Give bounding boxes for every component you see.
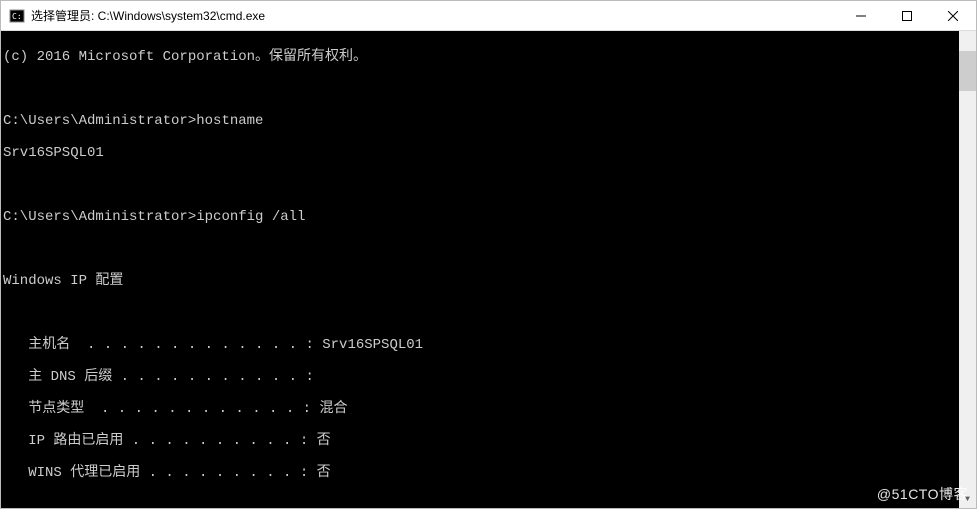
blank [1, 497, 976, 508]
wins-proxy: WINS 代理已启用 . . . . . . . . . : 否 [1, 465, 976, 481]
prompt: C:\Users\Administrator> [3, 113, 196, 129]
titlebar[interactable]: C: 选择管理员: C:\Windows\system32\cmd.exe [1, 1, 976, 31]
scroll-track[interactable] [959, 48, 976, 491]
blank [1, 241, 976, 257]
maximize-button[interactable] [884, 1, 930, 30]
prompt-line-1: C:\Users\Administrator>hostname [1, 113, 976, 129]
command-ipconfig: ipconfig /all [196, 209, 305, 225]
terminal-area[interactable]: (c) 2016 Microsoft Corporation。保留所有权利。 C… [1, 31, 976, 508]
host-name: 主机名 . . . . . . . . . . . . . : Srv16SPS… [1, 337, 976, 353]
vertical-scrollbar[interactable]: ▲ ▼ [959, 31, 976, 508]
watermark: @51CTO博客 [877, 486, 968, 502]
copyright-line: (c) 2016 Microsoft Corporation。保留所有权利。 [1, 49, 976, 65]
scroll-thumb[interactable] [959, 51, 976, 91]
cmd-icon: C: [9, 8, 25, 24]
blank [1, 305, 976, 321]
ip-routing: IP 路由已启用 . . . . . . . . . . : 否 [1, 433, 976, 449]
window-title: 选择管理员: C:\Windows\system32\cmd.exe [31, 7, 838, 24]
minimize-button[interactable] [838, 1, 884, 30]
cmd-window: C: 选择管理员: C:\Windows\system32\cmd.exe (c… [0, 0, 977, 509]
primary-dns-suffix: 主 DNS 后缀 . . . . . . . . . . . : [1, 369, 976, 385]
svg-text:C:: C: [12, 12, 22, 21]
ipconfig-header: Windows IP 配置 [1, 273, 976, 289]
node-type: 节点类型 . . . . . . . . . . . . : 混合 [1, 401, 976, 417]
hostname-output: Srv16SPSQL01 [1, 145, 976, 161]
blank [1, 81, 976, 97]
prompt-line-2: C:\Users\Administrator>ipconfig /all [1, 209, 976, 225]
prompt: C:\Users\Administrator> [3, 209, 196, 225]
blank [1, 177, 976, 193]
close-button[interactable] [930, 1, 976, 30]
window-controls [838, 1, 976, 30]
command-hostname: hostname [196, 113, 263, 129]
